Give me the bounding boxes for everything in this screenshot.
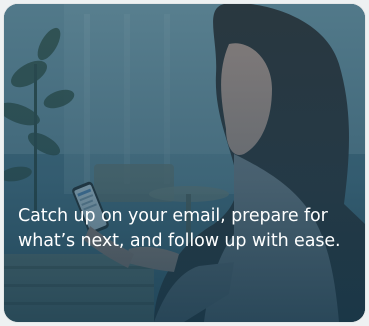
promo-caption: Catch up on your email, prepare for what… bbox=[18, 206, 341, 251]
color-tint-overlay bbox=[4, 4, 365, 322]
promo-card: Catch up on your email, prepare for what… bbox=[4, 4, 365, 322]
